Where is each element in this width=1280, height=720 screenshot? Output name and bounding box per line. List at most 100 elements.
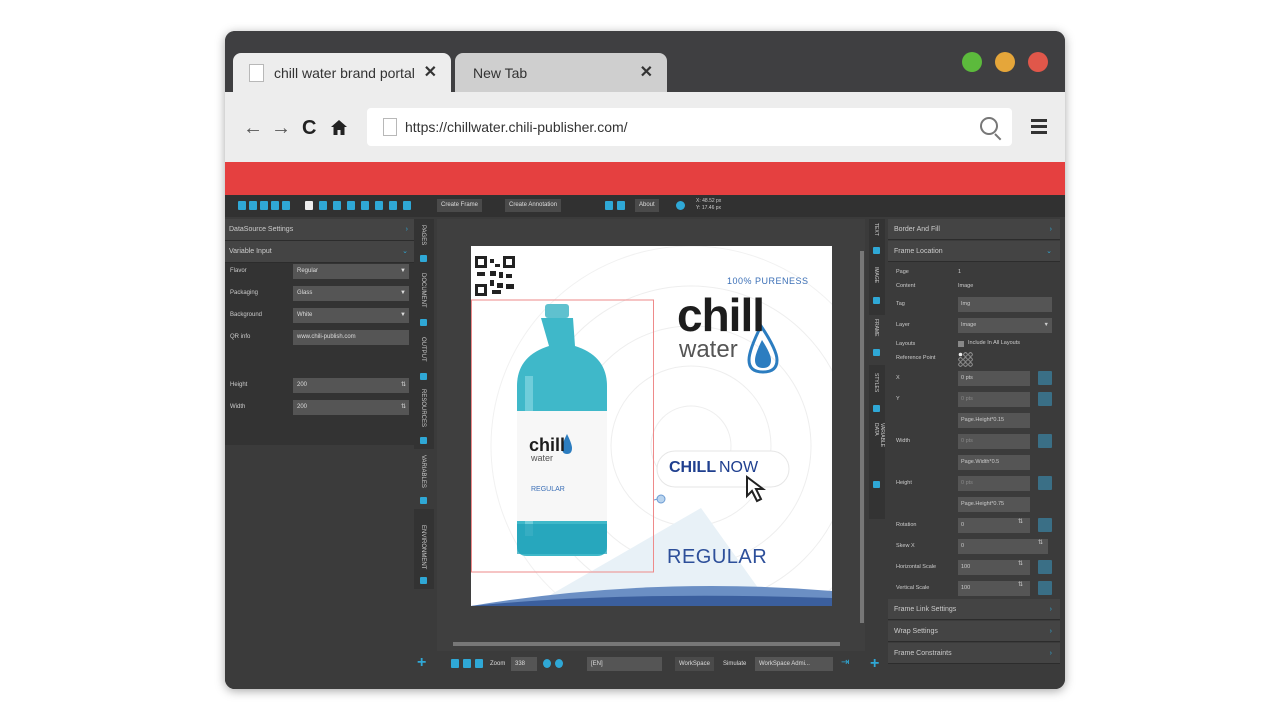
stepper-arrows-icon[interactable]: ⇅ bbox=[401, 400, 406, 415]
help-icon[interactable] bbox=[676, 201, 685, 210]
close-tab-icon[interactable]: ✕ bbox=[640, 62, 653, 82]
spread-icon[interactable] bbox=[463, 659, 471, 668]
save-as-icon[interactable] bbox=[249, 201, 257, 210]
tab-label: VARIABLES bbox=[420, 455, 426, 488]
y-input[interactable]: 0 pts bbox=[958, 392, 1030, 407]
variable-label: QR info bbox=[230, 334, 251, 340]
undo-icon[interactable] bbox=[282, 201, 290, 210]
prop-label: Reference Point bbox=[896, 355, 936, 361]
eyedropper-icon[interactable] bbox=[375, 201, 383, 210]
reload-icon[interactable]: C bbox=[302, 118, 316, 138]
prop-width: Width 0 pts bbox=[888, 434, 1060, 450]
zoom-tool-icon[interactable] bbox=[361, 201, 369, 210]
grid-icon[interactable] bbox=[605, 201, 613, 210]
text-tool-icon[interactable] bbox=[333, 201, 341, 210]
variable-link-icon[interactable] bbox=[1038, 518, 1052, 532]
x-input[interactable]: 0 pts bbox=[958, 371, 1030, 386]
tag-input[interactable]: Img bbox=[958, 297, 1052, 312]
add-icon[interactable]: + bbox=[870, 655, 879, 673]
variable-link-icon[interactable] bbox=[1038, 392, 1052, 406]
stepper-arrows-icon[interactable]: ⇅ bbox=[1038, 540, 1043, 546]
simulate-label: Simulate bbox=[723, 661, 747, 667]
add-icon[interactable]: + bbox=[417, 654, 426, 672]
home-icon[interactable] bbox=[330, 119, 348, 136]
about-button[interactable]: About bbox=[635, 199, 659, 212]
prop-value: Image bbox=[958, 283, 974, 289]
create-frame-button[interactable]: Create Frame bbox=[437, 199, 483, 212]
language-select[interactable]: [EN] bbox=[587, 657, 662, 671]
simulate-select[interactable]: WorkSpace Admi... bbox=[755, 657, 833, 671]
width-stepper[interactable]: 200 ⇅ bbox=[293, 400, 409, 415]
tab-label: OUTPUT bbox=[420, 337, 426, 362]
vertical-scrollbar[interactable] bbox=[860, 251, 864, 623]
layer-select[interactable]: Image ▼ bbox=[958, 318, 1052, 333]
variable-link-icon[interactable] bbox=[1038, 434, 1052, 448]
layout-icon[interactable] bbox=[617, 201, 625, 210]
document-page[interactable]: 100% PURENESS chill water chill water RE… bbox=[471, 246, 832, 606]
search-icon[interactable] bbox=[980, 117, 998, 135]
variable-link-icon[interactable] bbox=[1038, 476, 1052, 490]
tab-variables[interactable]: VARIABLES bbox=[414, 449, 434, 509]
tab-brand-portal[interactable]: chill water brand portal ✕ bbox=[233, 53, 451, 92]
height-expression-input[interactable]: Page.Height*0.75 bbox=[958, 497, 1030, 512]
grid-view-icon[interactable] bbox=[475, 659, 483, 668]
y-expression-input[interactable]: Page.Height*0.15 bbox=[958, 413, 1030, 428]
zoom-input[interactable]: 338 bbox=[511, 657, 537, 671]
single-page-icon[interactable] bbox=[451, 659, 459, 668]
stepper-arrows-icon[interactable]: ⇅ bbox=[1018, 561, 1023, 567]
reference-point-grid-icon[interactable] bbox=[958, 352, 973, 367]
border-fill-header[interactable]: Border And Fill › bbox=[888, 219, 1060, 240]
background-select[interactable]: White ▼ bbox=[293, 308, 409, 323]
close-window-button[interactable] bbox=[1028, 52, 1048, 72]
export-icon[interactable] bbox=[271, 201, 279, 210]
pen-tool-icon[interactable] bbox=[389, 201, 397, 210]
stepper-arrows-icon[interactable]: ⇅ bbox=[1018, 519, 1023, 525]
variable-input-header[interactable]: Variable Input ⌄ bbox=[225, 241, 414, 263]
select-value: [EN] bbox=[591, 661, 603, 667]
frame-link-settings-header[interactable]: Frame Link Settings › bbox=[888, 599, 1060, 620]
direct-select-icon[interactable] bbox=[319, 201, 327, 210]
section-label: DataSource Settings bbox=[229, 226, 294, 233]
select-arrow-icon[interactable] bbox=[305, 201, 313, 210]
skew-x-input[interactable]: 0 bbox=[958, 539, 1048, 554]
stepper-arrows-icon[interactable]: ⇅ bbox=[401, 378, 406, 393]
frame-constraints-header[interactable]: Frame Constraints › bbox=[888, 643, 1060, 664]
zoom-out-icon[interactable] bbox=[555, 659, 563, 668]
flavor-select[interactable]: Regular ▼ bbox=[293, 264, 409, 279]
workspace-button[interactable]: WorkSpace bbox=[675, 657, 714, 671]
tab-label: PAGES bbox=[420, 225, 426, 246]
back-arrow-icon[interactable]: ← bbox=[243, 118, 263, 138]
height-input[interactable]: 0 pts bbox=[958, 476, 1030, 491]
minimize-button[interactable] bbox=[995, 52, 1015, 72]
variable-link-icon[interactable] bbox=[1038, 371, 1052, 385]
horizontal-scrollbar[interactable] bbox=[453, 642, 840, 646]
select-value: Regular bbox=[297, 268, 319, 274]
menu-icon[interactable] bbox=[1031, 119, 1047, 137]
print-icon[interactable] bbox=[260, 201, 268, 210]
save-icon[interactable] bbox=[238, 201, 246, 210]
create-annotation-button[interactable]: Create Annotation bbox=[505, 199, 562, 212]
frame-location-header[interactable]: Frame Location ⌄ bbox=[888, 241, 1060, 262]
maximize-button[interactable] bbox=[962, 52, 982, 72]
width-expression-input[interactable]: Page.Width*0.5 bbox=[958, 455, 1030, 470]
height-stepper[interactable]: 200 ⇅ bbox=[293, 378, 409, 393]
frame-tool-icon[interactable] bbox=[403, 201, 411, 210]
forward-arrow-icon[interactable]: → bbox=[271, 118, 291, 138]
expand-panel-icon[interactable]: ⇥ bbox=[841, 657, 849, 668]
tab-new-tab[interactable]: New Tab ✕ bbox=[455, 53, 667, 92]
address-bar[interactable]: https://chillwater.chili-publisher.com/ bbox=[367, 108, 1012, 146]
close-tab-icon[interactable]: ✕ bbox=[424, 62, 437, 82]
packaging-select[interactable]: Glass ▼ bbox=[293, 286, 409, 301]
include-layouts-checkbox[interactable] bbox=[958, 341, 964, 347]
prop-horizontal-scale: Horizontal Scale 100 ⇅ bbox=[888, 560, 1060, 576]
zoom-in-icon[interactable] bbox=[543, 659, 551, 668]
stepper-arrows-icon[interactable]: ⇅ bbox=[1018, 582, 1023, 588]
width-input[interactable]: 0 pts bbox=[958, 434, 1030, 449]
hand-tool-icon[interactable] bbox=[347, 201, 355, 210]
variable-link-icon[interactable] bbox=[1038, 581, 1052, 595]
datasource-settings-header[interactable]: DataSource Settings › bbox=[225, 219, 414, 241]
qr-info-input[interactable]: www.chili-publish.com bbox=[293, 330, 409, 345]
variable-link-icon[interactable] bbox=[1038, 560, 1052, 574]
wrap-settings-header[interactable]: Wrap Settings › bbox=[888, 621, 1060, 642]
tab-frame[interactable]: FRAME bbox=[869, 315, 885, 365]
